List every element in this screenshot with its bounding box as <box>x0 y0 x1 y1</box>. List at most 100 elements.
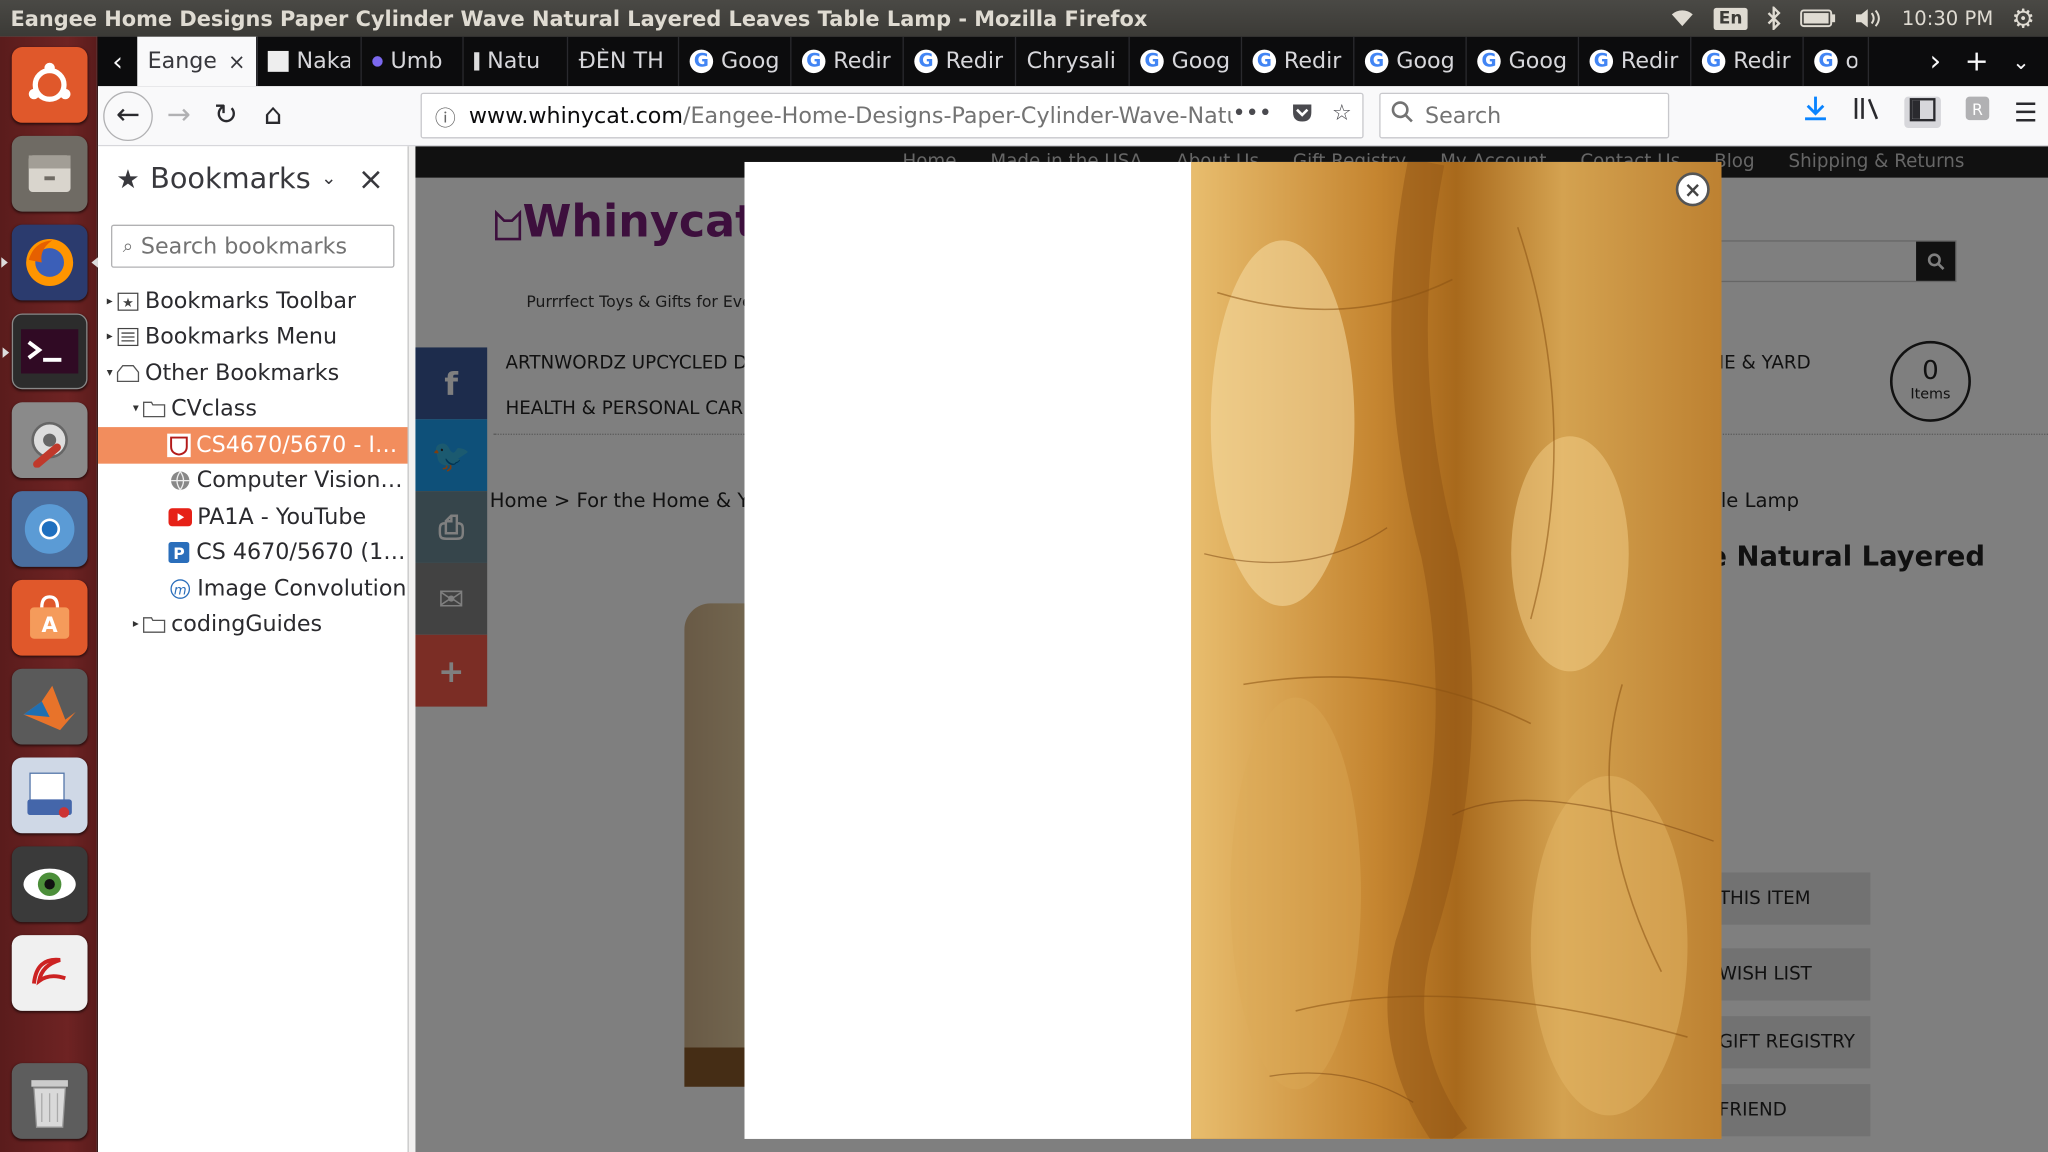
forward-button[interactable]: → <box>155 92 202 139</box>
tab-label: ĐÈN TH <box>578 48 664 75</box>
collapsed-twisty-icon[interactable]: ▸ <box>129 618 142 631</box>
bookmark-item[interactable]: ▸ Bookmarks Menu <box>98 319 408 355</box>
tab-10[interactable]: G Redir <box>1242 36 1355 87</box>
search-bar[interactable]: Search <box>1379 92 1670 139</box>
chevron-down-icon[interactable]: ⌄ <box>321 168 336 189</box>
bookmark-item[interactable]: P CS 4670/5670 (11 ... <box>98 535 408 571</box>
tab-0[interactable]: Eange × <box>137 36 258 87</box>
tab-2[interactable]: Umb <box>362 36 464 87</box>
bookmark-item[interactable]: ▾ CVclass <box>98 391 408 427</box>
url-bar[interactable]: ⓘ www.whinycat.com/Eangee-Home-Designs-P… <box>420 92 1364 139</box>
tab-bar: ‹ Eange × Naka Umb Natu ĐÈN TH G Goog G Redir G Red… <box>97 36 2048 87</box>
shield-icon <box>167 433 191 457</box>
tab-4[interactable]: ĐÈN TH <box>568 36 680 87</box>
tab-14[interactable]: G Redir <box>1691 36 1804 87</box>
new-tab-button[interactable]: + <box>1965 45 1989 78</box>
tab-9[interactable]: G Goog <box>1130 36 1243 87</box>
tab-12[interactable]: G Goog <box>1467 36 1580 87</box>
image-lightbox: × <box>744 161 1722 1139</box>
reload-button[interactable]: ↻ <box>202 92 249 139</box>
toolbar-icon: ★ <box>116 290 140 314</box>
tab-6[interactable]: G Redir <box>792 36 904 87</box>
search-bar-placeholder: Search <box>1424 102 1502 129</box>
tab-11[interactable]: G Goog <box>1354 36 1467 87</box>
tab-label: Goog <box>1396 48 1455 75</box>
matlab-icon[interactable] <box>11 668 88 745</box>
collapsed-twisty-icon[interactable]: ▸ <box>103 331 116 344</box>
bookmark-label: Bookmarks Toolbar <box>144 288 357 315</box>
bookmark-item[interactable]: ▾ Other Bookmarks <box>98 355 408 391</box>
software-center-icon[interactable]: A <box>11 579 88 656</box>
files-icon[interactable] <box>11 135 88 212</box>
google-favicon-icon: G <box>1589 49 1614 74</box>
wifi-icon[interactable] <box>1669 8 1695 29</box>
scanner-icon[interactable] <box>11 757 88 834</box>
sidebar-toggle-icon[interactable] <box>1904 95 1941 128</box>
bookmark-item[interactable]: CS4670/5670 - Intr... <box>97 427 408 464</box>
bookmark-label: PA1A - YouTube <box>197 503 367 530</box>
home-button[interactable]: ⌂ <box>249 92 296 139</box>
expanded-twisty-icon[interactable]: ▾ <box>103 367 116 380</box>
search-icon: ⌕ <box>122 235 134 257</box>
tab-label: Naka <box>296 48 351 75</box>
globe-icon <box>168 469 192 493</box>
url-text[interactable]: www.whinycat.com/Eangee-Home-Designs-Pap… <box>469 103 1233 129</box>
bookmark-label: CS4670/5670 - Intr... <box>196 431 408 459</box>
hamburger-menu-icon[interactable]: ☰ <box>2014 96 2037 127</box>
google-favicon-icon: G <box>1477 49 1501 74</box>
trash-icon[interactable] <box>11 1063 88 1139</box>
back-button[interactable]: ← <box>103 90 153 141</box>
chromium-icon[interactable] <box>11 491 88 567</box>
session-gear-icon[interactable]: ⚙ <box>2012 3 2035 34</box>
bookmark-item[interactable]: PA1A - YouTube <box>98 499 408 535</box>
bookmarks-tree: ▸ ★ Bookmarks Toolbar ▸ Bookmarks Menu ▾ Other… <box>97 283 408 643</box>
google-favicon-icon: G <box>914 49 938 74</box>
tab-close-icon[interactable]: × <box>228 49 246 74</box>
bookmark-star-icon[interactable]: ☆ <box>1332 101 1352 131</box>
page-actions-button[interactable]: ••• <box>1233 101 1272 131</box>
pocket-icon[interactable] <box>1290 101 1314 131</box>
library-icon[interactable] <box>1852 95 1881 128</box>
battery-icon[interactable] <box>1800 9 1837 28</box>
sidebar-header[interactable]: ★ Bookmarks ⌄ × <box>98 146 408 211</box>
lightbox-close-button[interactable]: × <box>1675 172 1710 207</box>
ubuntu-dash-icon[interactable] <box>11 47 88 123</box>
keyboard-layout-indicator[interactable]: En <box>1713 7 1748 30</box>
tab-1[interactable]: Naka <box>257 36 362 87</box>
bluetooth-icon[interactable] <box>1766 6 1782 31</box>
tab-label: Redir <box>1733 48 1791 75</box>
firefox-icon[interactable] <box>1 224 98 301</box>
terminal-icon[interactable] <box>2 313 88 390</box>
tab-3[interactable]: Natu <box>464 36 569 87</box>
system-settings-icon[interactable] <box>11 402 88 479</box>
tab-15[interactable]: Go <box>1804 36 1870 87</box>
bookmark-item[interactable]: Computer Vision: ... <box>98 463 408 499</box>
volume-icon[interactable] <box>1855 8 1884 29</box>
google-favicon-icon: G <box>689 49 714 74</box>
expanded-twisty-icon[interactable]: ▾ <box>129 403 142 416</box>
eye-of-gnome-icon[interactable] <box>11 846 88 923</box>
tab-7[interactable]: G Redir <box>904 36 1017 87</box>
tab-list-chevron-down-icon[interactable]: ⌄ <box>2012 49 2030 74</box>
collapsed-twisty-icon[interactable]: ▸ <box>103 295 116 308</box>
google-favicon-icon: G <box>1364 49 1389 74</box>
bookmark-item[interactable]: ▸ codingGuides <box>98 607 408 643</box>
bookmark-item[interactable]: m Image Convolution <box>98 571 408 607</box>
tab-13[interactable]: G Redir <box>1579 36 1692 87</box>
bookmarks-search-input[interactable]: ⌕ Search bookmarks <box>111 224 395 268</box>
extension-icon[interactable]: R <box>1964 95 1990 128</box>
window-title: Eangee Home Designs Paper Cylinder Wave … <box>10 5 1148 31</box>
tab-5[interactable]: G Goog <box>679 36 792 87</box>
web-content: HomeMade in the USAAbout UsGift Registry… <box>415 146 2048 1152</box>
pdf-reader-icon[interactable] <box>11 935 88 1011</box>
sidebar-close-icon[interactable]: × <box>358 161 384 198</box>
tab-scroll-left-button[interactable]: ‹ <box>98 37 137 87</box>
svg-text:A: A <box>42 613 59 637</box>
downloads-icon[interactable] <box>1803 94 1829 129</box>
sidebar-title[interactable]: Bookmarks <box>150 163 311 196</box>
tab-scroll-right-button[interactable]: › <box>1930 45 1942 78</box>
bookmark-item[interactable]: ▸ ★ Bookmarks Toolbar <box>98 283 408 319</box>
clock[interactable]: 10:30 PM <box>1902 7 1993 31</box>
site-info-icon[interactable]: ⓘ <box>422 100 469 131</box>
tab-8[interactable]: Chrysali <box>1016 36 1130 87</box>
